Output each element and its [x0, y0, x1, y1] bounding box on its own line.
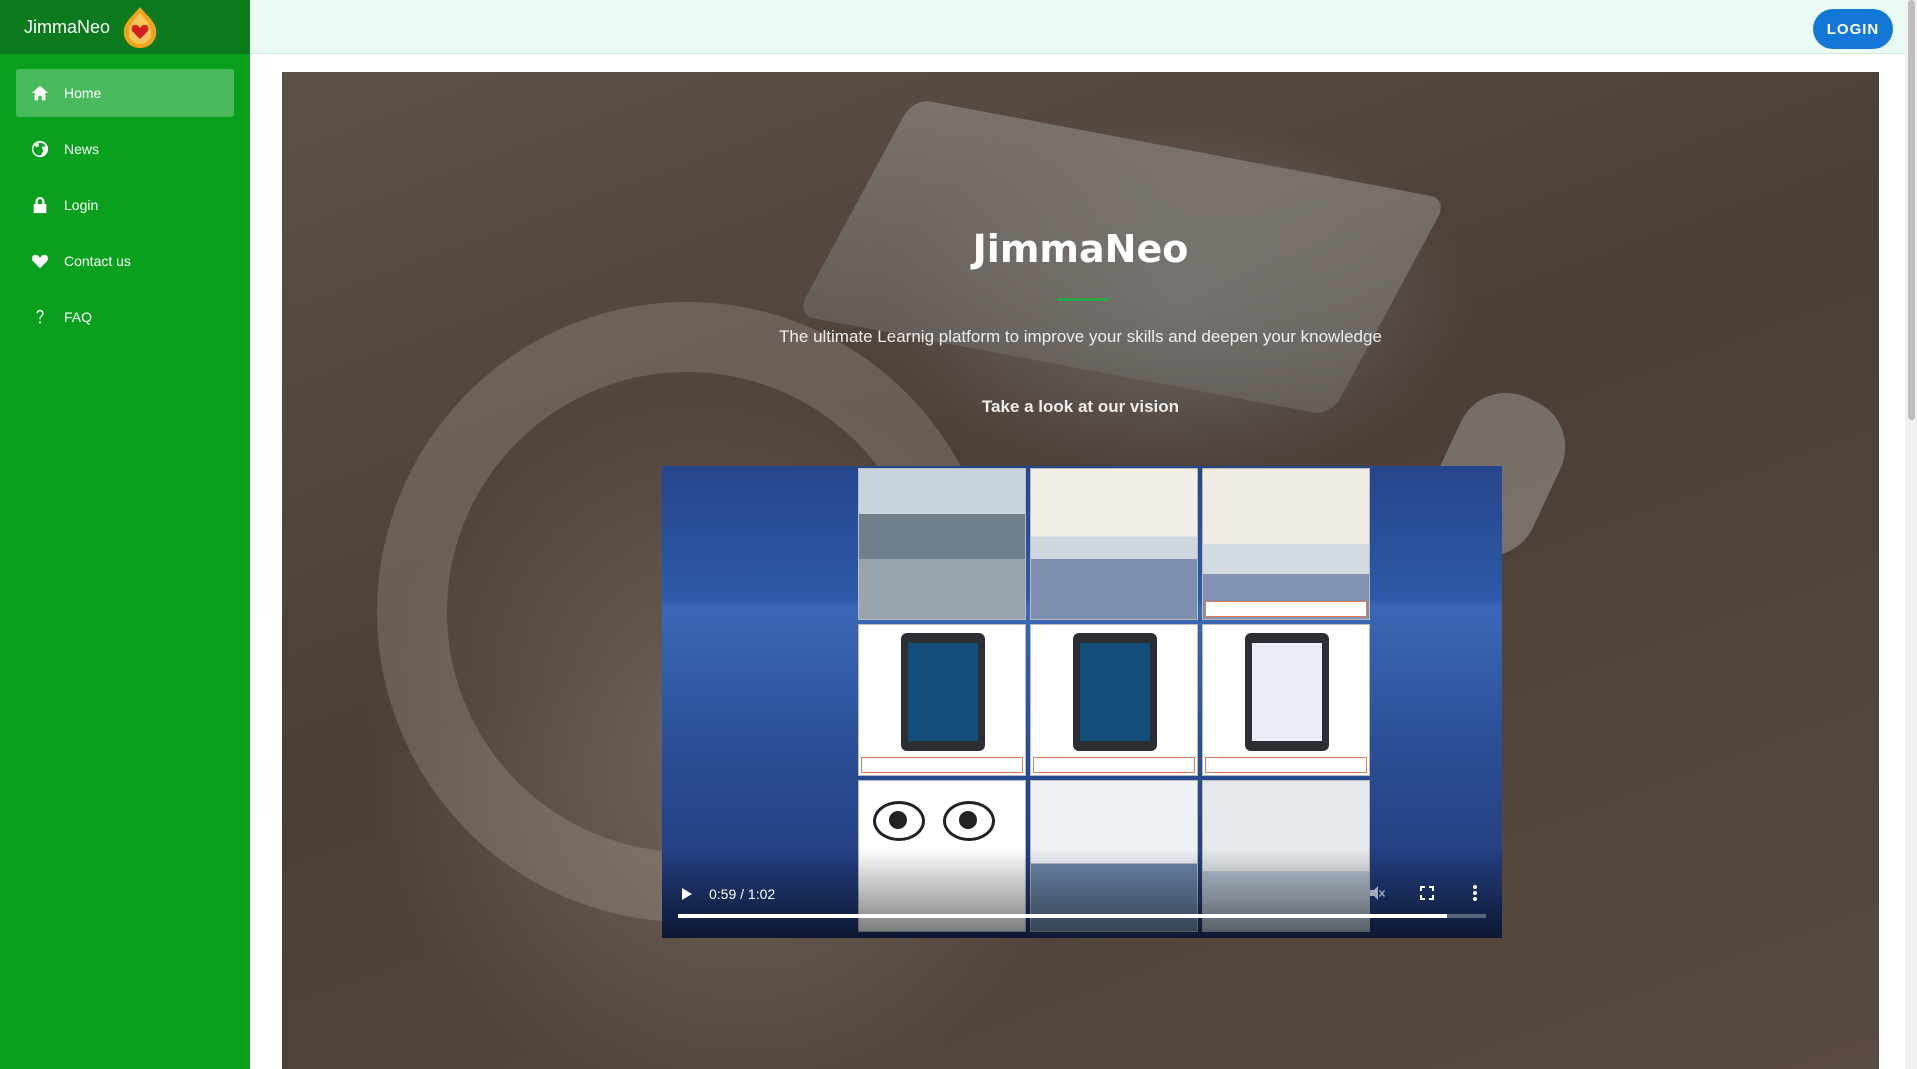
storyboard-panel [1030, 624, 1198, 776]
video-progress-bar[interactable] [678, 914, 1486, 918]
top-bar: LOGIN [250, 0, 1905, 54]
scrollbar-thumb[interactable] [1908, 0, 1915, 420]
vision-video-player[interactable]: 0:59 / 1:02 [662, 466, 1502, 938]
question-icon [30, 307, 50, 327]
hero-title: JimmaNeo [972, 227, 1189, 271]
sidebar-item-home[interactable]: Home [16, 69, 234, 117]
sidebar-item-label: Login [64, 197, 99, 213]
hero-subtitle: The ultimate Learnig platform to improve… [779, 327, 1382, 346]
video-controls: 0:59 / 1:02 [662, 848, 1502, 938]
flame-heart-icon [123, 7, 157, 48]
sidebar-item-label: Contact us [64, 253, 131, 269]
title-underline [1057, 298, 1109, 301]
sidebar-item-faq[interactable]: FAQ [16, 293, 234, 341]
more-options-icon[interactable] [1466, 884, 1484, 902]
lock-icon [30, 195, 50, 215]
storyboard-panel [858, 624, 1026, 776]
sidebar-item-news[interactable]: News [16, 125, 234, 173]
sidebar-item-label: FAQ [64, 309, 93, 325]
storyboard-panel [1030, 468, 1198, 620]
vision-heading: Take a look at our vision [981, 397, 1180, 416]
globe-icon [30, 139, 50, 159]
sidebar: JimmaNeo Home News Login Contact us FAQ [0, 0, 250, 1069]
storyboard-panel [1202, 624, 1370, 776]
brand[interactable]: JimmaNeo [0, 0, 250, 54]
mute-icon[interactable] [1368, 884, 1386, 902]
heart-icon [30, 251, 50, 271]
sidebar-item-contact[interactable]: Contact us [16, 237, 234, 285]
sidebar-nav: Home News Login Contact us FAQ [0, 54, 250, 341]
play-icon[interactable] [678, 886, 694, 902]
sidebar-item-login[interactable]: Login [16, 181, 234, 229]
video-time: 0:59 / 1:02 [709, 886, 776, 902]
hero-section: JimmaNeo The ultimate Learnig platform t… [282, 72, 1879, 1069]
storyboard-panel [858, 468, 1026, 620]
storyboard-panel [1202, 468, 1370, 620]
sidebar-item-label: News [64, 141, 100, 157]
fullscreen-icon[interactable] [1418, 884, 1436, 902]
page-scrollbar[interactable] [1905, 0, 1917, 1069]
home-icon [30, 83, 50, 103]
sidebar-item-label: Home [64, 85, 102, 101]
brand-name: JimmaNeo [24, 16, 111, 37]
login-button[interactable]: LOGIN [1813, 9, 1893, 49]
video-progress-fill [678, 914, 1448, 918]
